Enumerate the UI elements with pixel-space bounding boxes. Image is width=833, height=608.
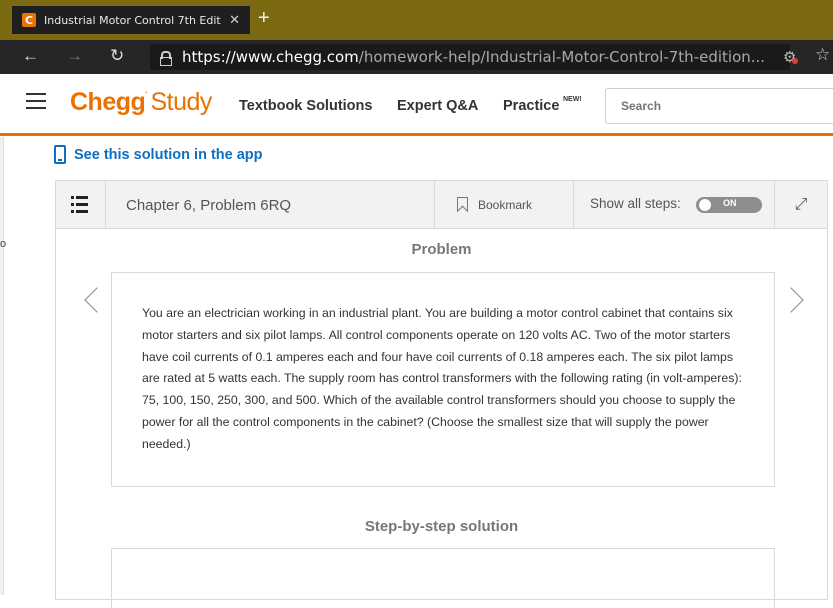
new-badge: NEW!: [563, 96, 582, 103]
step-by-step-heading: Step-by-step solution: [364, 518, 519, 535]
show-all-steps-label: Show all steps:: [590, 196, 681, 211]
solution-panel: Chapter 6, Problem 6RQ Bookmark Show all…: [55, 180, 828, 608]
lock-icon: [160, 50, 172, 66]
list-menu-icon[interactable]: [56, 181, 106, 228]
problem-text: You are an electrician working in an ind…: [142, 306, 742, 451]
step-solution-box: [111, 548, 775, 608]
new-tab-plus-icon[interactable]: +: [258, 8, 270, 28]
browser-tab-strip: C Industrial Motor Control 7th Edit ✕ +: [0, 0, 833, 40]
forward-arrow-icon[interactable]: →: [66, 46, 83, 66]
next-arrow-icon[interactable]: [778, 287, 804, 313]
site-header: Chegg· Study Textbook Solutions Expert Q&…: [0, 74, 833, 136]
browser-tab[interactable]: C Industrial Motor Control 7th Edit ✕: [12, 6, 250, 34]
solution-toolbar: Chapter 6, Problem 6RQ Bookmark Show all…: [56, 181, 827, 229]
bookmark-label: Bookmark: [478, 197, 533, 212]
bookmark-button[interactable]: Bookmark: [434, 181, 574, 228]
extension-alert-dot-icon: [792, 58, 798, 64]
edge-fragment: o: [0, 238, 7, 250]
expand-fullscreen-icon[interactable]: ⤢: [774, 181, 827, 228]
left-edge-strip: [0, 137, 4, 595]
previous-arrow-icon[interactable]: [84, 287, 110, 313]
phone-icon: [54, 145, 66, 164]
nav-textbook-solutions[interactable]: Textbook Solutions: [239, 98, 372, 114]
bookmark-star-icon[interactable]: ☆: [815, 45, 830, 65]
show-all-steps-toggle[interactable]: ON: [696, 197, 762, 213]
applink-label: See this solution in the app: [74, 146, 263, 163]
url-path: /homework-help/Industrial-Motor-Control-…: [358, 48, 766, 66]
logo-chegg: Chegg: [70, 88, 146, 116]
tab-title: Industrial Motor Control 7th Edit: [44, 13, 221, 27]
nav-practice[interactable]: Practice: [503, 98, 559, 114]
tab-close-icon[interactable]: ✕: [229, 13, 240, 28]
toggle-label: ON: [723, 198, 737, 208]
browser-toolbar: ← → ↻ https://www.chegg.com/homework-hel…: [0, 40, 833, 74]
chegg-study-logo[interactable]: Chegg· Study: [70, 88, 212, 117]
hamburger-menu-icon[interactable]: [26, 93, 46, 109]
url-host: https://www.chegg.com: [182, 48, 359, 66]
see-solution-in-app-link[interactable]: See this solution in the app: [54, 145, 263, 164]
bookmark-icon: [457, 197, 468, 212]
address-bar[interactable]: https://www.chegg.com/homework-help/Indu…: [150, 44, 790, 70]
search-input[interactable]: [605, 88, 833, 124]
chapter-problem-title: Chapter 6, Problem 6RQ: [126, 197, 292, 214]
problem-heading: Problem: [411, 241, 472, 258]
reload-icon[interactable]: ↻: [110, 46, 124, 66]
nav-expert-qa[interactable]: Expert Q&A: [397, 98, 478, 114]
problem-box: You are an electrician working in an ind…: [111, 272, 775, 487]
chegg-favicon-icon: C: [22, 13, 36, 27]
logo-study: Study: [150, 88, 212, 116]
back-arrow-icon[interactable]: ←: [22, 46, 39, 66]
